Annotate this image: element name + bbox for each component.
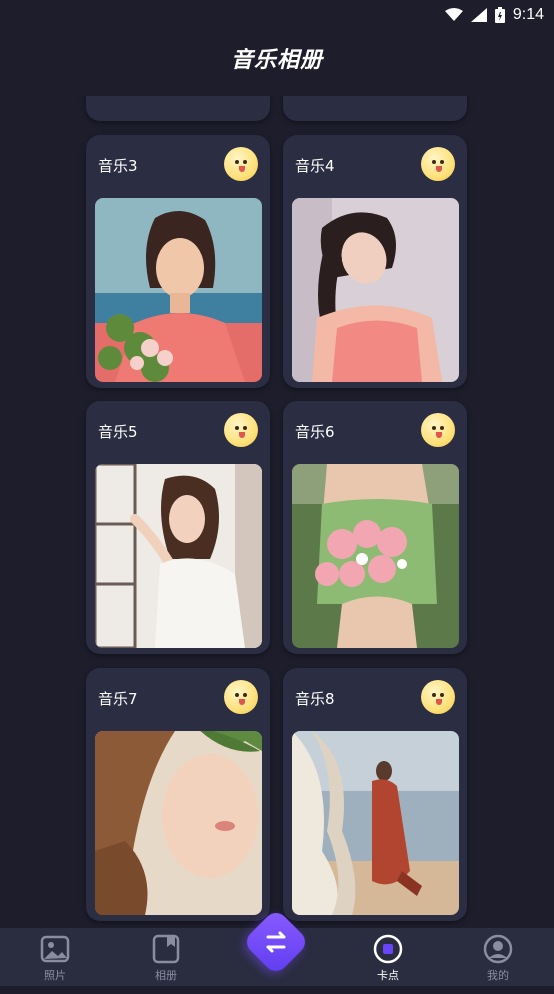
- photo-icon: [40, 934, 70, 964]
- page-title: 音乐相册: [230, 48, 323, 73]
- album-card[interactable]: 音乐8: [283, 668, 467, 921]
- signal-icon: [470, 8, 487, 22]
- nav-item-album[interactable]: 相册: [136, 934, 196, 983]
- nav-label: 相册: [155, 969, 177, 982]
- album-card[interactable]: 音乐5: [86, 401, 270, 654]
- card-title: 音乐5: [98, 423, 138, 441]
- nav-item-beat[interactable]: 卡点: [358, 934, 418, 983]
- wifi-icon: [444, 8, 463, 21]
- album-photo: [292, 464, 459, 648]
- nav-item-profile[interactable]: 我的: [468, 934, 528, 983]
- album-card[interactable]: 音乐7: [86, 668, 270, 921]
- center-action-button[interactable]: [242, 908, 310, 976]
- nav-item-photos[interactable]: 照片: [25, 934, 85, 983]
- album-card[interactable]: 音乐3: [86, 135, 270, 388]
- card-title: 音乐8: [295, 690, 335, 708]
- swap-arrows-icon: [252, 918, 300, 966]
- beat-icon: [373, 934, 403, 964]
- album-photo: [95, 198, 262, 382]
- status-time: 9:14: [512, 6, 544, 23]
- nav-label: 卡点: [377, 969, 399, 982]
- card-title: 音乐3: [98, 157, 138, 175]
- smiley-icon[interactable]: [224, 680, 258, 714]
- album-card-partial[interactable]: [283, 96, 467, 121]
- album-card-partial[interactable]: [86, 96, 270, 121]
- album-card[interactable]: 音乐4: [283, 135, 467, 388]
- smiley-icon[interactable]: [224, 147, 258, 181]
- card-title: 音乐6: [295, 423, 335, 441]
- album-icon: [151, 934, 181, 964]
- album-photo: [292, 198, 459, 382]
- album-photo: [95, 464, 262, 648]
- album-grid[interactable]: 音乐3 音乐4 音乐5 音乐6 音乐7 音乐8: [0, 96, 554, 928]
- battery-icon: [494, 7, 505, 23]
- album-card[interactable]: 音乐6: [283, 401, 467, 654]
- bottom-nav: 照片 相册 卡点 我的: [0, 908, 554, 986]
- status-bar: 9:14: [0, 0, 554, 32]
- card-title: 音乐4: [295, 157, 335, 175]
- nav-label: 照片: [44, 969, 66, 982]
- album-photo: [95, 731, 262, 915]
- nav-label: 我的: [487, 969, 509, 982]
- smiley-icon[interactable]: [421, 413, 455, 447]
- profile-icon: [483, 934, 513, 964]
- album-photo: [292, 731, 459, 915]
- smiley-icon[interactable]: [421, 147, 455, 181]
- smiley-icon[interactable]: [421, 680, 455, 714]
- card-title: 音乐7: [98, 690, 138, 708]
- smiley-icon[interactable]: [224, 413, 258, 447]
